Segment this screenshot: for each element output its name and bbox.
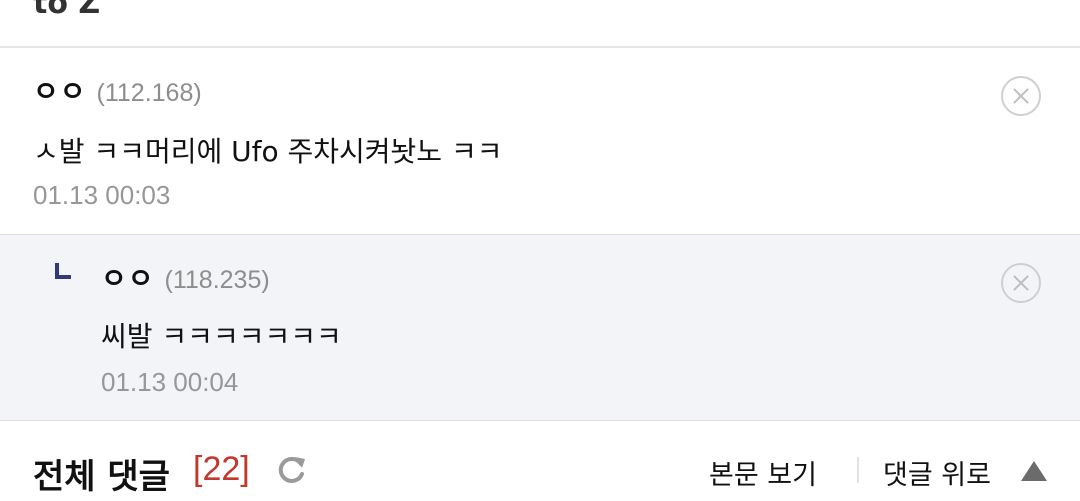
all-comments-title: 전체 댓글	[33, 457, 170, 497]
view-post-link[interactable]: 본문 보기	[709, 453, 817, 492]
cut-off-text: to Z	[33, 0, 101, 21]
comment-item: ㅇㅇ (112.168) ㅅ발 ㅋㅋ머리에 Ufo 주차시켜놧노 ㅋㅋ 01.1…	[0, 48, 1080, 235]
scroll-to-comments-link[interactable]: 댓글 위로	[883, 453, 991, 492]
comment-author: ㅇㅇ (112.168)	[33, 70, 202, 110]
close-circle-icon[interactable]	[1001, 263, 1041, 303]
comment-date: 01.13 00:04	[101, 367, 239, 397]
comment-section: to Z ㅇㅇ (112.168) ㅅ발 ㅋㅋ머리에 Ufo 주차시켜놧노 ㅋㅋ…	[0, 0, 1080, 501]
comment-text: ㅅ발 ㅋㅋ머리에 Ufo 주차시켜놧노 ㅋㅋ	[33, 135, 503, 168]
close-circle-icon[interactable]	[1001, 76, 1041, 116]
comment-date: 01.13 00:03	[33, 180, 171, 210]
comment-author: ㅇㅇ (118.235)	[101, 257, 270, 297]
author-nickname[interactable]: ㅇㅇ	[33, 70, 87, 110]
comment-text: 씨발 ㅋㅋㅋㅋㅋㅋㅋ	[101, 320, 342, 353]
previous-content-strip: to Z	[0, 0, 1080, 48]
footer-divider	[857, 457, 859, 483]
triangle-up-icon[interactable]	[1021, 461, 1047, 481]
refresh-icon[interactable]	[275, 454, 307, 486]
comment-footer: 전체 댓글 [22] 본문 보기 댓글 위로	[0, 421, 1080, 501]
author-ip: (112.168)	[96, 79, 202, 107]
reply-corner-icon	[55, 263, 71, 279]
author-nickname[interactable]: ㅇㅇ	[101, 257, 155, 297]
comment-count: [22]	[193, 450, 250, 488]
reply-comment-item: ㅇㅇ (118.235) 씨발 ㅋㅋㅋㅋㅋㅋㅋ 01.13 00:04	[0, 235, 1080, 421]
author-ip: (118.235)	[164, 266, 270, 294]
